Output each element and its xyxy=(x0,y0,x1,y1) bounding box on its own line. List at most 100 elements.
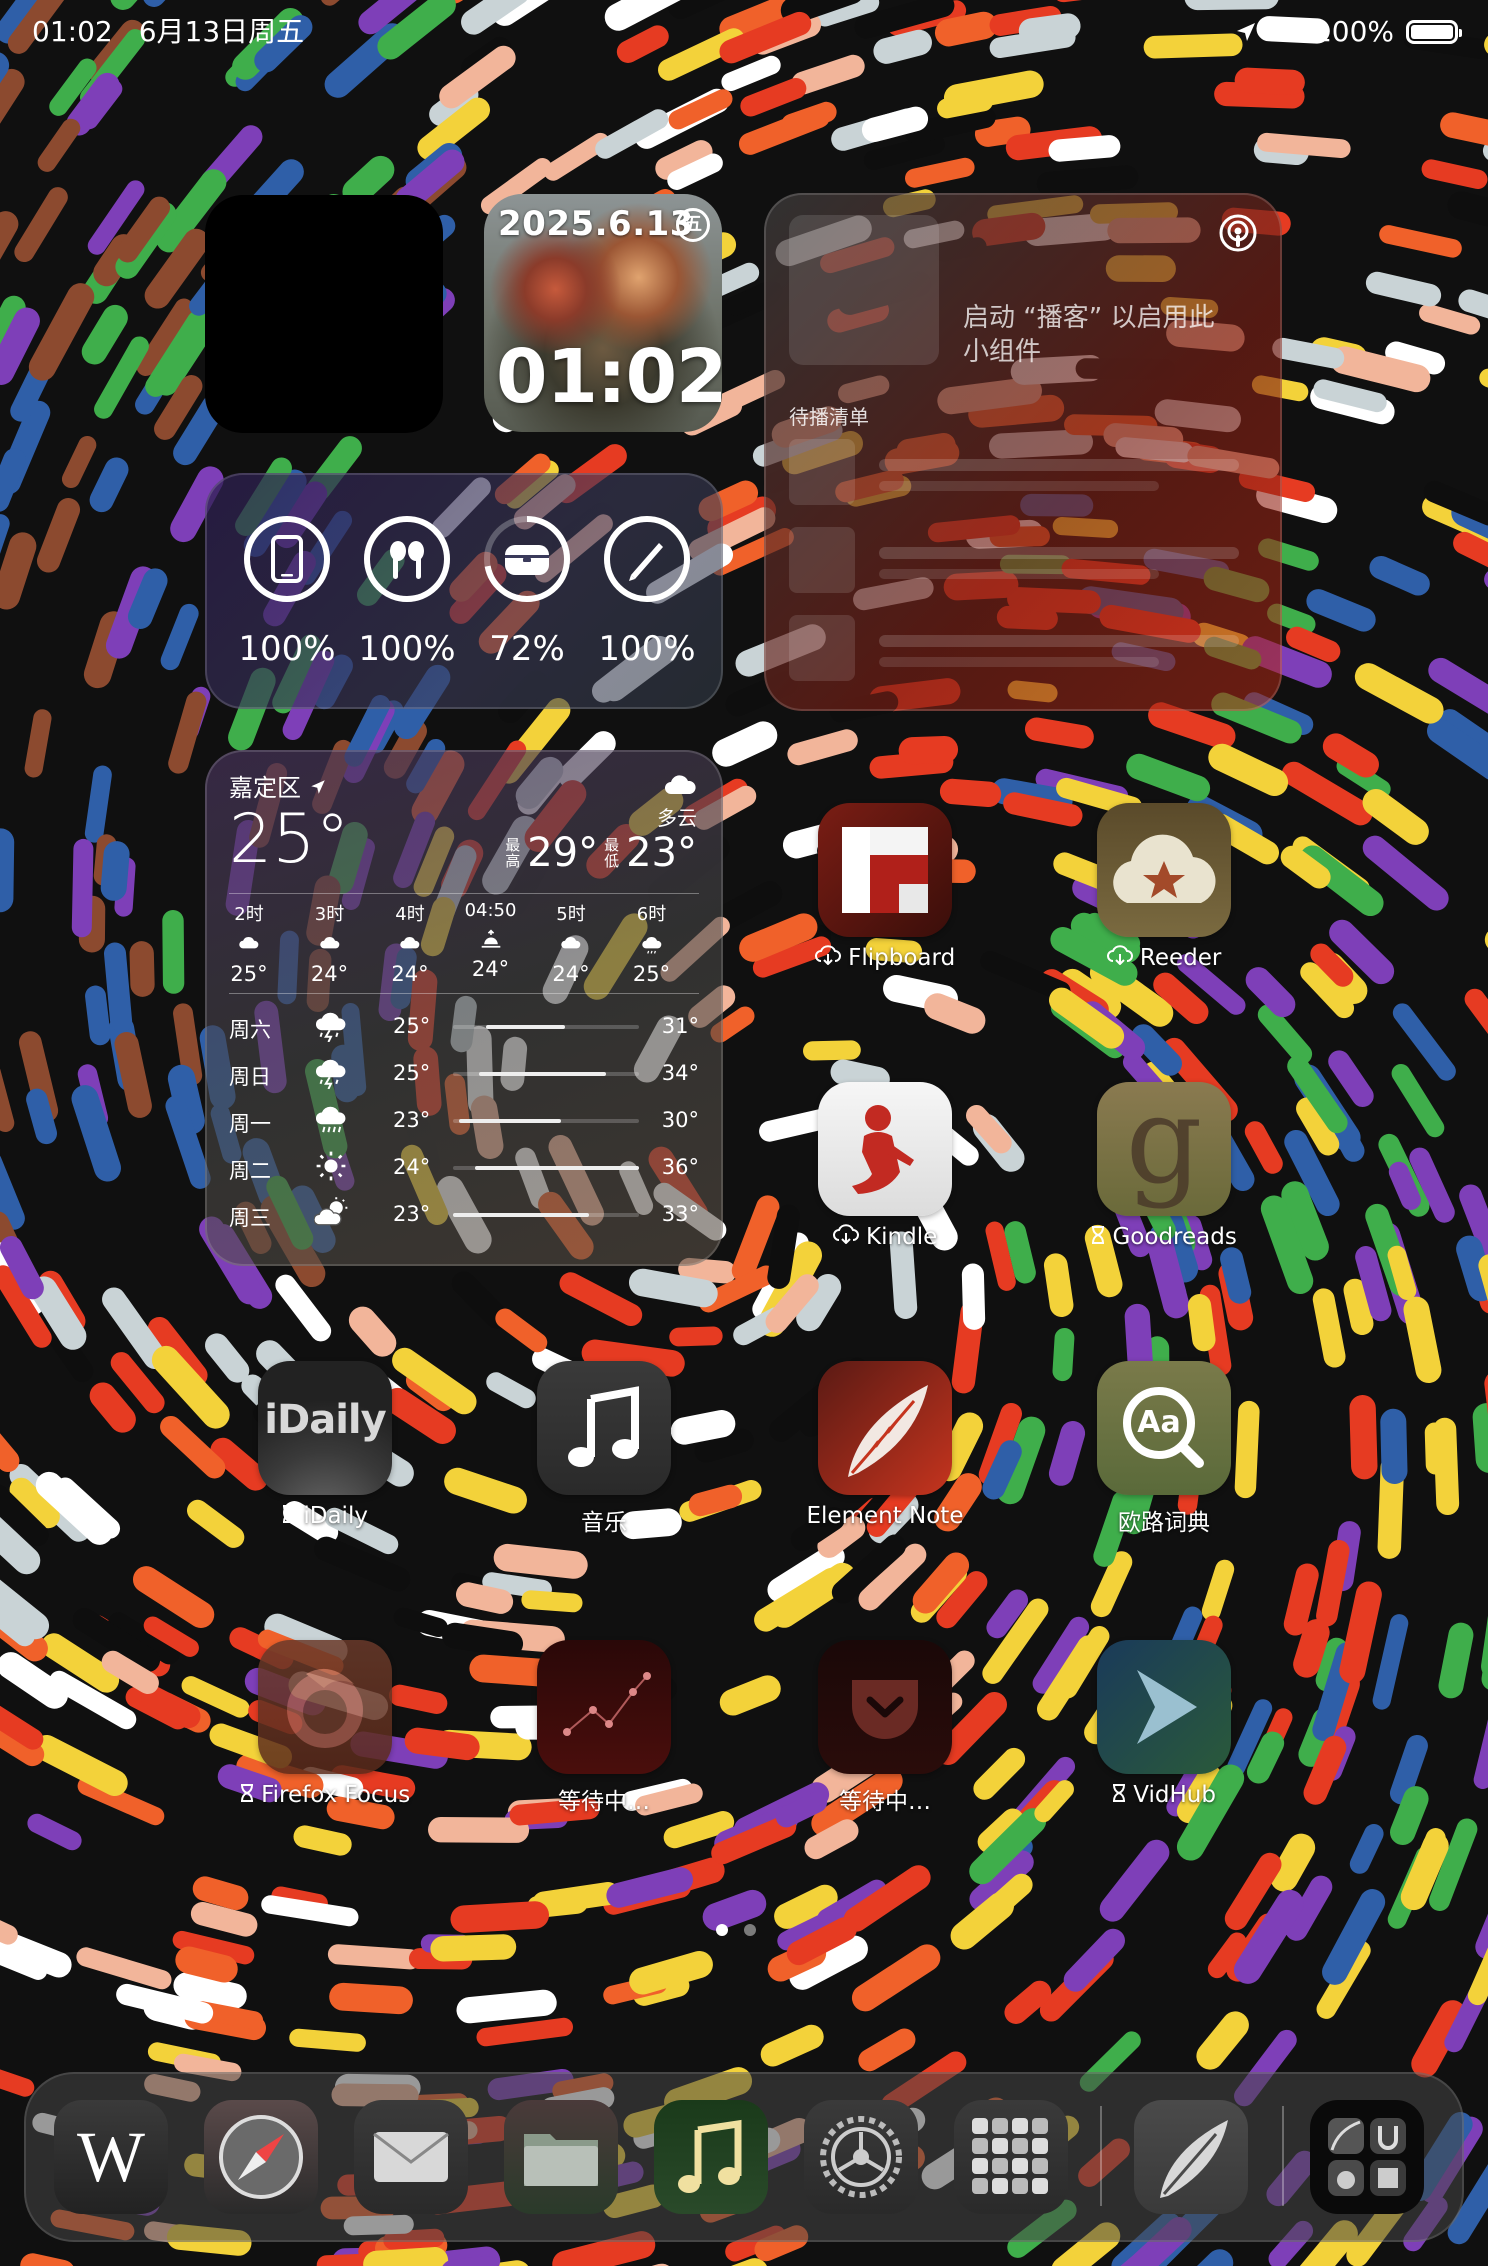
weather-widget[interactable]: 嘉定区 25° 多云 最高 29° 最低 23° 2时 25° 3时 24° 4时 24° 04… xyxy=(205,750,723,1266)
constellation-icon xyxy=(537,1640,671,1774)
clock-date: 2025.6.13 xyxy=(498,204,694,244)
app-goodreads[interactable]: g Goodreads xyxy=(1074,1082,1254,1250)
dock: W xyxy=(24,2072,1464,2242)
dock-separator xyxy=(1100,2106,1102,2206)
hourglass-icon xyxy=(283,1505,296,1523)
battery-item-case: 72% xyxy=(477,513,577,669)
cloud-drizzle-icon xyxy=(641,937,661,954)
app-reeder[interactable]: Reeder xyxy=(1074,803,1254,971)
app-kindle[interactable]: Kindle xyxy=(795,1082,975,1250)
cloud-icon xyxy=(319,937,339,949)
app-label-text: Reeder xyxy=(1139,945,1222,971)
status-date: 6月13日周五 xyxy=(138,15,305,48)
cloud-icon xyxy=(400,937,420,949)
temperature-range-fill xyxy=(479,1072,606,1076)
app-idaily[interactable]: iDaily iDaily xyxy=(235,1361,415,1529)
daily-row: 周一 23° 30° xyxy=(229,1102,699,1142)
idaily-icon: iDaily xyxy=(258,1361,392,1495)
podcast-queue-label: 待播清单 xyxy=(789,405,869,429)
thunderstorm-icon xyxy=(315,1012,346,1043)
page-dot[interactable] xyxy=(744,1924,756,1936)
batteries-widget[interactable]: 100% 100% 72% 100% xyxy=(205,473,723,709)
battery-icon xyxy=(1406,20,1462,44)
app-label-text: Kindle xyxy=(866,1224,938,1250)
app-waiting-pocket[interactable]: 等待中… xyxy=(795,1640,975,1816)
low-label: 最低 xyxy=(604,836,620,870)
podcast-widget[interactable]: 启动 “播客” 以启用此小组件 待播清单 xyxy=(764,193,1282,711)
hourglass-icon xyxy=(240,1784,253,1802)
battery-percent-airpods: 100% xyxy=(358,629,456,669)
sunrise-icon xyxy=(481,929,500,948)
app-label: Firefox Focus xyxy=(235,1782,415,1808)
app-label: 欧路词典 xyxy=(1118,1510,1210,1536)
weather-location: 嘉定区 xyxy=(229,768,327,803)
page-dot[interactable] xyxy=(716,1924,728,1936)
high-label: 最高 xyxy=(505,836,521,870)
page-indicator[interactable] xyxy=(716,1924,756,1936)
weather-divider xyxy=(229,993,699,994)
hourly-temp: 25° xyxy=(230,962,268,986)
dock-mail[interactable] xyxy=(354,2100,468,2214)
app-firefox-focus[interactable]: Firefox Focus xyxy=(235,1640,415,1808)
cloud-download-icon xyxy=(814,945,841,966)
airpods-icon xyxy=(390,541,424,579)
dock-recent-folder[interactable] xyxy=(1310,2100,1424,2214)
dock-safari[interactable] xyxy=(204,2100,318,2214)
location-arrow-icon xyxy=(1236,23,1255,41)
music-icon xyxy=(537,1361,671,1495)
element-note-icon xyxy=(1160,2120,1228,2198)
clock-time: 01:02 xyxy=(496,334,722,420)
status-bar-right: 100% xyxy=(1234,14,1462,50)
daily-low: 24° xyxy=(393,1155,431,1179)
dock-files[interactable] xyxy=(504,2100,618,2214)
daily-day: 周三 xyxy=(229,1206,271,1230)
sun-icon xyxy=(316,1151,346,1181)
battery-percent-ipad: 100% xyxy=(238,629,336,669)
hourly-time: 4时 xyxy=(395,904,425,925)
battery-percent-pencil: 100% xyxy=(598,629,696,669)
app-eudic[interactable]: Aa 欧路词典 xyxy=(1074,1361,1254,1537)
app-folder-icon xyxy=(972,2118,1048,2194)
hourly-time: 04:50 xyxy=(464,900,517,921)
daily-row: 周三 23° 33° xyxy=(229,1196,699,1236)
app-label: Flipboard xyxy=(795,945,975,971)
hourly-temp: 25° xyxy=(632,962,671,986)
app-label: Element Note xyxy=(806,1503,964,1529)
recent-apps-folder-icon xyxy=(1328,2118,1406,2196)
low-temp: 23° xyxy=(626,830,697,876)
battery-percent-case: 72% xyxy=(489,629,565,669)
photo-widget[interactable] xyxy=(205,195,443,433)
hourly-item: 04:50 24° xyxy=(451,900,531,981)
battery-item-ipad: 100% xyxy=(237,513,337,669)
flipboard-icon xyxy=(818,803,952,937)
hourglass-icon xyxy=(1092,1226,1105,1244)
weather-current-temp: 25° xyxy=(229,800,350,879)
dock-separator xyxy=(1282,2106,1284,2206)
dock-element-note[interactable] xyxy=(1134,2100,1248,2214)
weather-location-name: 嘉定区 xyxy=(229,774,301,802)
dock-settings[interactable] xyxy=(804,2100,918,2214)
daily-low: 23° xyxy=(393,1108,431,1132)
app-flipboard[interactable]: Flipboard xyxy=(795,803,975,971)
clock-widget[interactable]: 2025.6.13 五 01:02 xyxy=(484,194,722,432)
battery-level xyxy=(1411,25,1453,39)
dock-music[interactable] xyxy=(654,2100,768,2214)
app-vidhub[interactable]: VidHub xyxy=(1074,1640,1254,1808)
folder-icon xyxy=(524,2134,598,2186)
dock-wikipedia[interactable]: W xyxy=(54,2100,168,2214)
music-icon xyxy=(678,2119,742,2193)
dock-app-library[interactable] xyxy=(954,2100,1068,2214)
cloud-icon xyxy=(561,937,581,949)
location-arrow-icon xyxy=(310,780,325,794)
app-element-note[interactable]: Element Note xyxy=(795,1361,975,1529)
hourly-temp: 24° xyxy=(310,962,349,986)
app-music[interactable]: 音乐 xyxy=(514,1361,694,1537)
vidhub-icon xyxy=(1097,1640,1231,1774)
app-waiting-constellation[interactable]: 等待中… xyxy=(514,1640,694,1816)
temperature-range-bar xyxy=(453,1119,639,1123)
podcast-queue-item xyxy=(789,439,1259,509)
daily-day: 周一 xyxy=(229,1112,271,1136)
podcast-artwork-placeholder xyxy=(789,215,939,365)
weather-divider xyxy=(229,893,699,894)
temperature-range-bar xyxy=(453,1166,639,1170)
